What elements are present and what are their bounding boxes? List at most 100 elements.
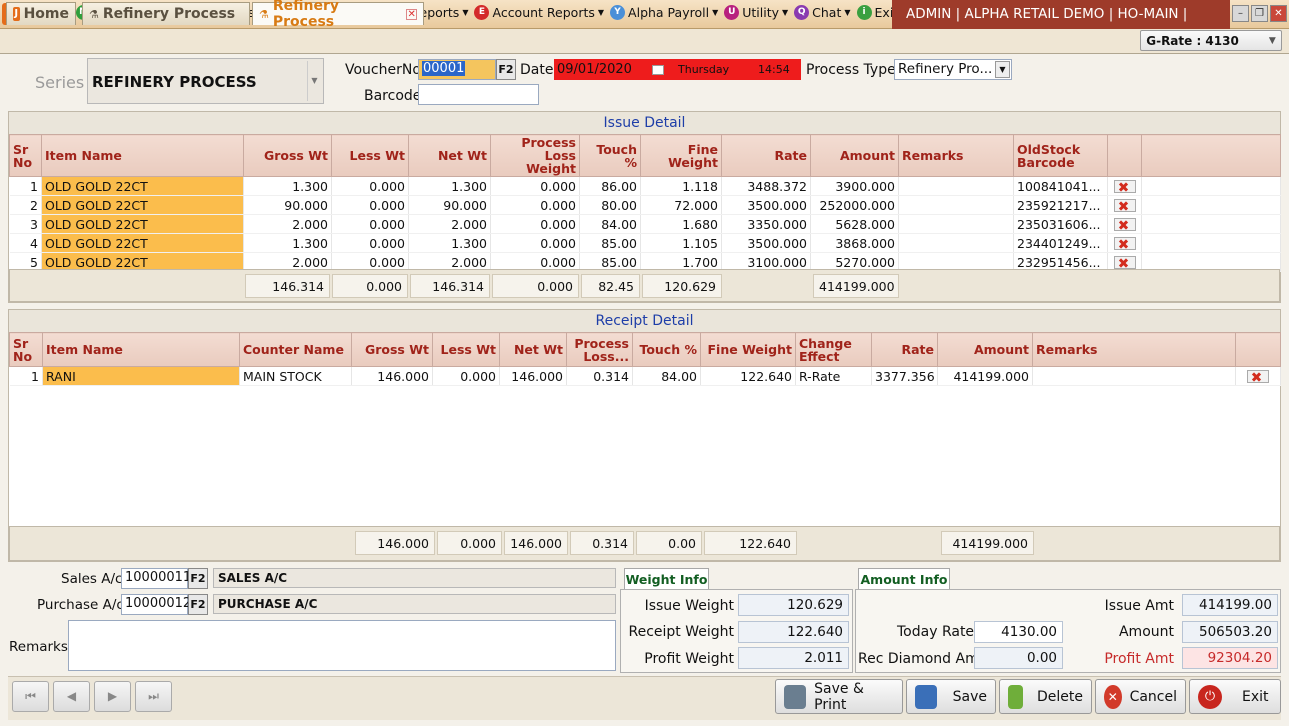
remarks-input[interactable] xyxy=(68,620,616,671)
issue-cell[interactable]: OLD GOLD 22CT xyxy=(41,195,244,215)
issue-cell[interactable]: 2.000 xyxy=(243,214,332,234)
issue-col-header[interactable]: Fine Weight xyxy=(640,134,722,177)
issue-cell[interactable]: 4 xyxy=(9,233,42,253)
table-row[interactable]: 3 OLD GOLD 22CT 2.000 0.000 2.000 0.000 84.00 1… xyxy=(9,214,1281,234)
issue-cell[interactable]: OLD GOLD 22CT xyxy=(41,233,244,253)
issue-cell[interactable]: 1.300 xyxy=(408,233,491,253)
receipt-cell[interactable]: 122.640 xyxy=(700,366,796,386)
issue-cell[interactable]: 84.00 xyxy=(579,214,641,234)
issue-cell[interactable]: 3500.000 xyxy=(721,233,811,253)
process-type-select[interactable]: Refinery Pro... ▼ xyxy=(894,59,1012,80)
tab-refinery-process-2[interactable]: ⚗ Refinery Process ✕ xyxy=(252,0,424,30)
receipt-col-header[interactable]: Sr No xyxy=(9,332,43,367)
issue-cell[interactable]: 2.000 xyxy=(408,214,491,234)
gold-rate-display[interactable]: G-Rate : 4130 ▼ xyxy=(1140,30,1282,51)
issue-cell[interactable]: 90.000 xyxy=(243,195,332,215)
minimize-icon[interactable]: – xyxy=(1232,5,1249,22)
previous-record-icon[interactable]: ◀ xyxy=(53,681,90,712)
issue-cell[interactable]: 1.105 xyxy=(640,233,722,253)
issue-cell[interactable]: 235921217... xyxy=(1013,195,1108,215)
receipt-col-header[interactable]: Amount xyxy=(937,332,1033,367)
close-icon[interactable]: ✕ xyxy=(1270,5,1287,22)
issue-cell[interactable]: 3868.000 xyxy=(810,233,899,253)
receipt-col-header[interactable]: Process Loss... xyxy=(566,332,633,367)
issue-col-header[interactable]: Item Name xyxy=(41,134,244,177)
restore-icon[interactable]: ❐ xyxy=(1251,5,1268,22)
issue-cell[interactable]: 5628.000 xyxy=(810,214,899,234)
receipt-cell[interactable]: 146.000 xyxy=(351,366,433,386)
receipt-cell[interactable] xyxy=(1032,366,1236,386)
receipt-cell[interactable]: 84.00 xyxy=(632,366,701,386)
issue-cell[interactable]: 1.300 xyxy=(243,176,332,196)
receipt-col-header[interactable]: Rate xyxy=(871,332,938,367)
table-row[interactable]: 4 OLD GOLD 22CT 1.300 0.000 1.300 0.000 85.00 1… xyxy=(9,233,1281,253)
issue-col-header[interactable]: Process Loss Weight xyxy=(490,134,580,177)
issue-col-header[interactable]: Amount xyxy=(810,134,899,177)
issue-cell[interactable]: 3488.372 xyxy=(721,176,811,196)
delete-row-icon[interactable] xyxy=(1113,198,1136,212)
receipt-cell[interactable]: 0.000 xyxy=(432,366,500,386)
tab-refinery-process-1[interactable]: ⚗ Refinery Process xyxy=(82,2,250,25)
issue-cell[interactable]: 0.000 xyxy=(331,195,409,215)
table-row[interactable]: 1 OLD GOLD 22CT 1.300 0.000 1.300 0.000 86.00 1… xyxy=(9,176,1281,196)
barcode-input[interactable] xyxy=(418,84,539,105)
series-select[interactable]: REFINERY PROCESS ▼ xyxy=(87,58,324,104)
delete-row-icon[interactable] xyxy=(1247,369,1269,383)
issue-cell[interactable]: 86.00 xyxy=(579,176,641,196)
amount-info-tab[interactable]: Amount Info xyxy=(858,568,950,590)
exit-button[interactable]: ⏻ Exit xyxy=(1189,679,1281,714)
receipt-col-header[interactable]: Fine Weight xyxy=(700,332,796,367)
issue-cell[interactable]: 0.000 xyxy=(331,214,409,234)
issue-cell[interactable]: 3900.000 xyxy=(810,176,899,196)
issue-cell[interactable]: 85.00 xyxy=(579,233,641,253)
receipt-cell[interactable]: MAIN STOCK xyxy=(239,366,352,386)
sales-f2-button[interactable]: F2 xyxy=(188,568,208,589)
receipt-col-header[interactable]: Counter Name xyxy=(239,332,352,367)
menu-account-reports[interactable]: E Account Reports ▼ xyxy=(474,5,604,20)
issue-col-header[interactable]: Net Wt xyxy=(408,134,491,177)
purchase-f2-button[interactable]: F2 xyxy=(188,594,208,615)
issue-cell[interactable]: 235031606... xyxy=(1013,214,1108,234)
issue-cell[interactable]: 80.00 xyxy=(579,195,641,215)
issue-col-header[interactable]: Rate xyxy=(721,134,811,177)
receipt-col-header[interactable]: Gross Wt xyxy=(351,332,433,367)
receipt-col-header[interactable]: Remarks xyxy=(1032,332,1236,367)
table-row[interactable]: 2 OLD GOLD 22CT 90.000 0.000 90.000 0.000 80.0… xyxy=(9,195,1281,215)
purchase-account-code[interactable]: 10000012 xyxy=(121,594,191,615)
issue-col-header[interactable]: Remarks xyxy=(898,134,1014,177)
issue-cell[interactable]: 100841041... xyxy=(1013,176,1108,196)
receipt-col-header[interactable]: Touch % xyxy=(632,332,701,367)
receipt-cell[interactable]: 1 xyxy=(9,366,43,386)
receipt-cell[interactable]: RANI xyxy=(42,366,240,386)
issue-cell[interactable]: 0.000 xyxy=(331,233,409,253)
voucher-f2-button[interactable]: F2 xyxy=(496,59,516,80)
issue-cell[interactable]: 3350.000 xyxy=(721,214,811,234)
voucher-input[interactable]: 00001 xyxy=(418,59,496,80)
issue-col-header[interactable]: Touch % xyxy=(579,134,641,177)
first-record-icon[interactable]: ⏮ xyxy=(12,681,49,712)
receipt-cell[interactable]: 414199.000 xyxy=(937,366,1033,386)
receipt-cell[interactable]: R-Rate xyxy=(795,366,872,386)
receipt-cell[interactable]: 146.000 xyxy=(499,366,567,386)
issue-cell[interactable]: 72.000 xyxy=(640,195,722,215)
issue-cell[interactable]: 0.000 xyxy=(331,176,409,196)
delete-row-icon[interactable] xyxy=(1113,179,1136,193)
tab-close-icon[interactable]: ✕ xyxy=(406,8,417,20)
issue-cell[interactable]: 90.000 xyxy=(408,195,491,215)
issue-cell[interactable]: 1.680 xyxy=(640,214,722,234)
issue-cell[interactable]: 1.300 xyxy=(243,233,332,253)
issue-col-header[interactable]: OldStock Barcode xyxy=(1013,134,1108,177)
menu-chat[interactable]: Q Chat ▼ xyxy=(794,5,851,20)
issue-cell[interactable]: 0.000 xyxy=(490,233,580,253)
delete-row-icon[interactable] xyxy=(1113,217,1136,231)
issue-cell[interactable]: 3 xyxy=(9,214,42,234)
date-field[interactable]: 09/01/2020 Thursday 14:54 xyxy=(554,59,801,80)
issue-cell[interactable]: 2 xyxy=(9,195,42,215)
sales-account-code[interactable]: 10000011 xyxy=(121,568,191,589)
tab-home[interactable]: J Home xyxy=(6,2,76,25)
save-button[interactable]: Save xyxy=(906,679,996,714)
issue-col-header[interactable]: Gross Wt xyxy=(243,134,332,177)
receipt-col-header[interactable]: Net Wt xyxy=(499,332,567,367)
receipt-col-header[interactable]: Change Effect xyxy=(795,332,872,367)
issue-cell[interactable] xyxy=(898,176,1014,196)
